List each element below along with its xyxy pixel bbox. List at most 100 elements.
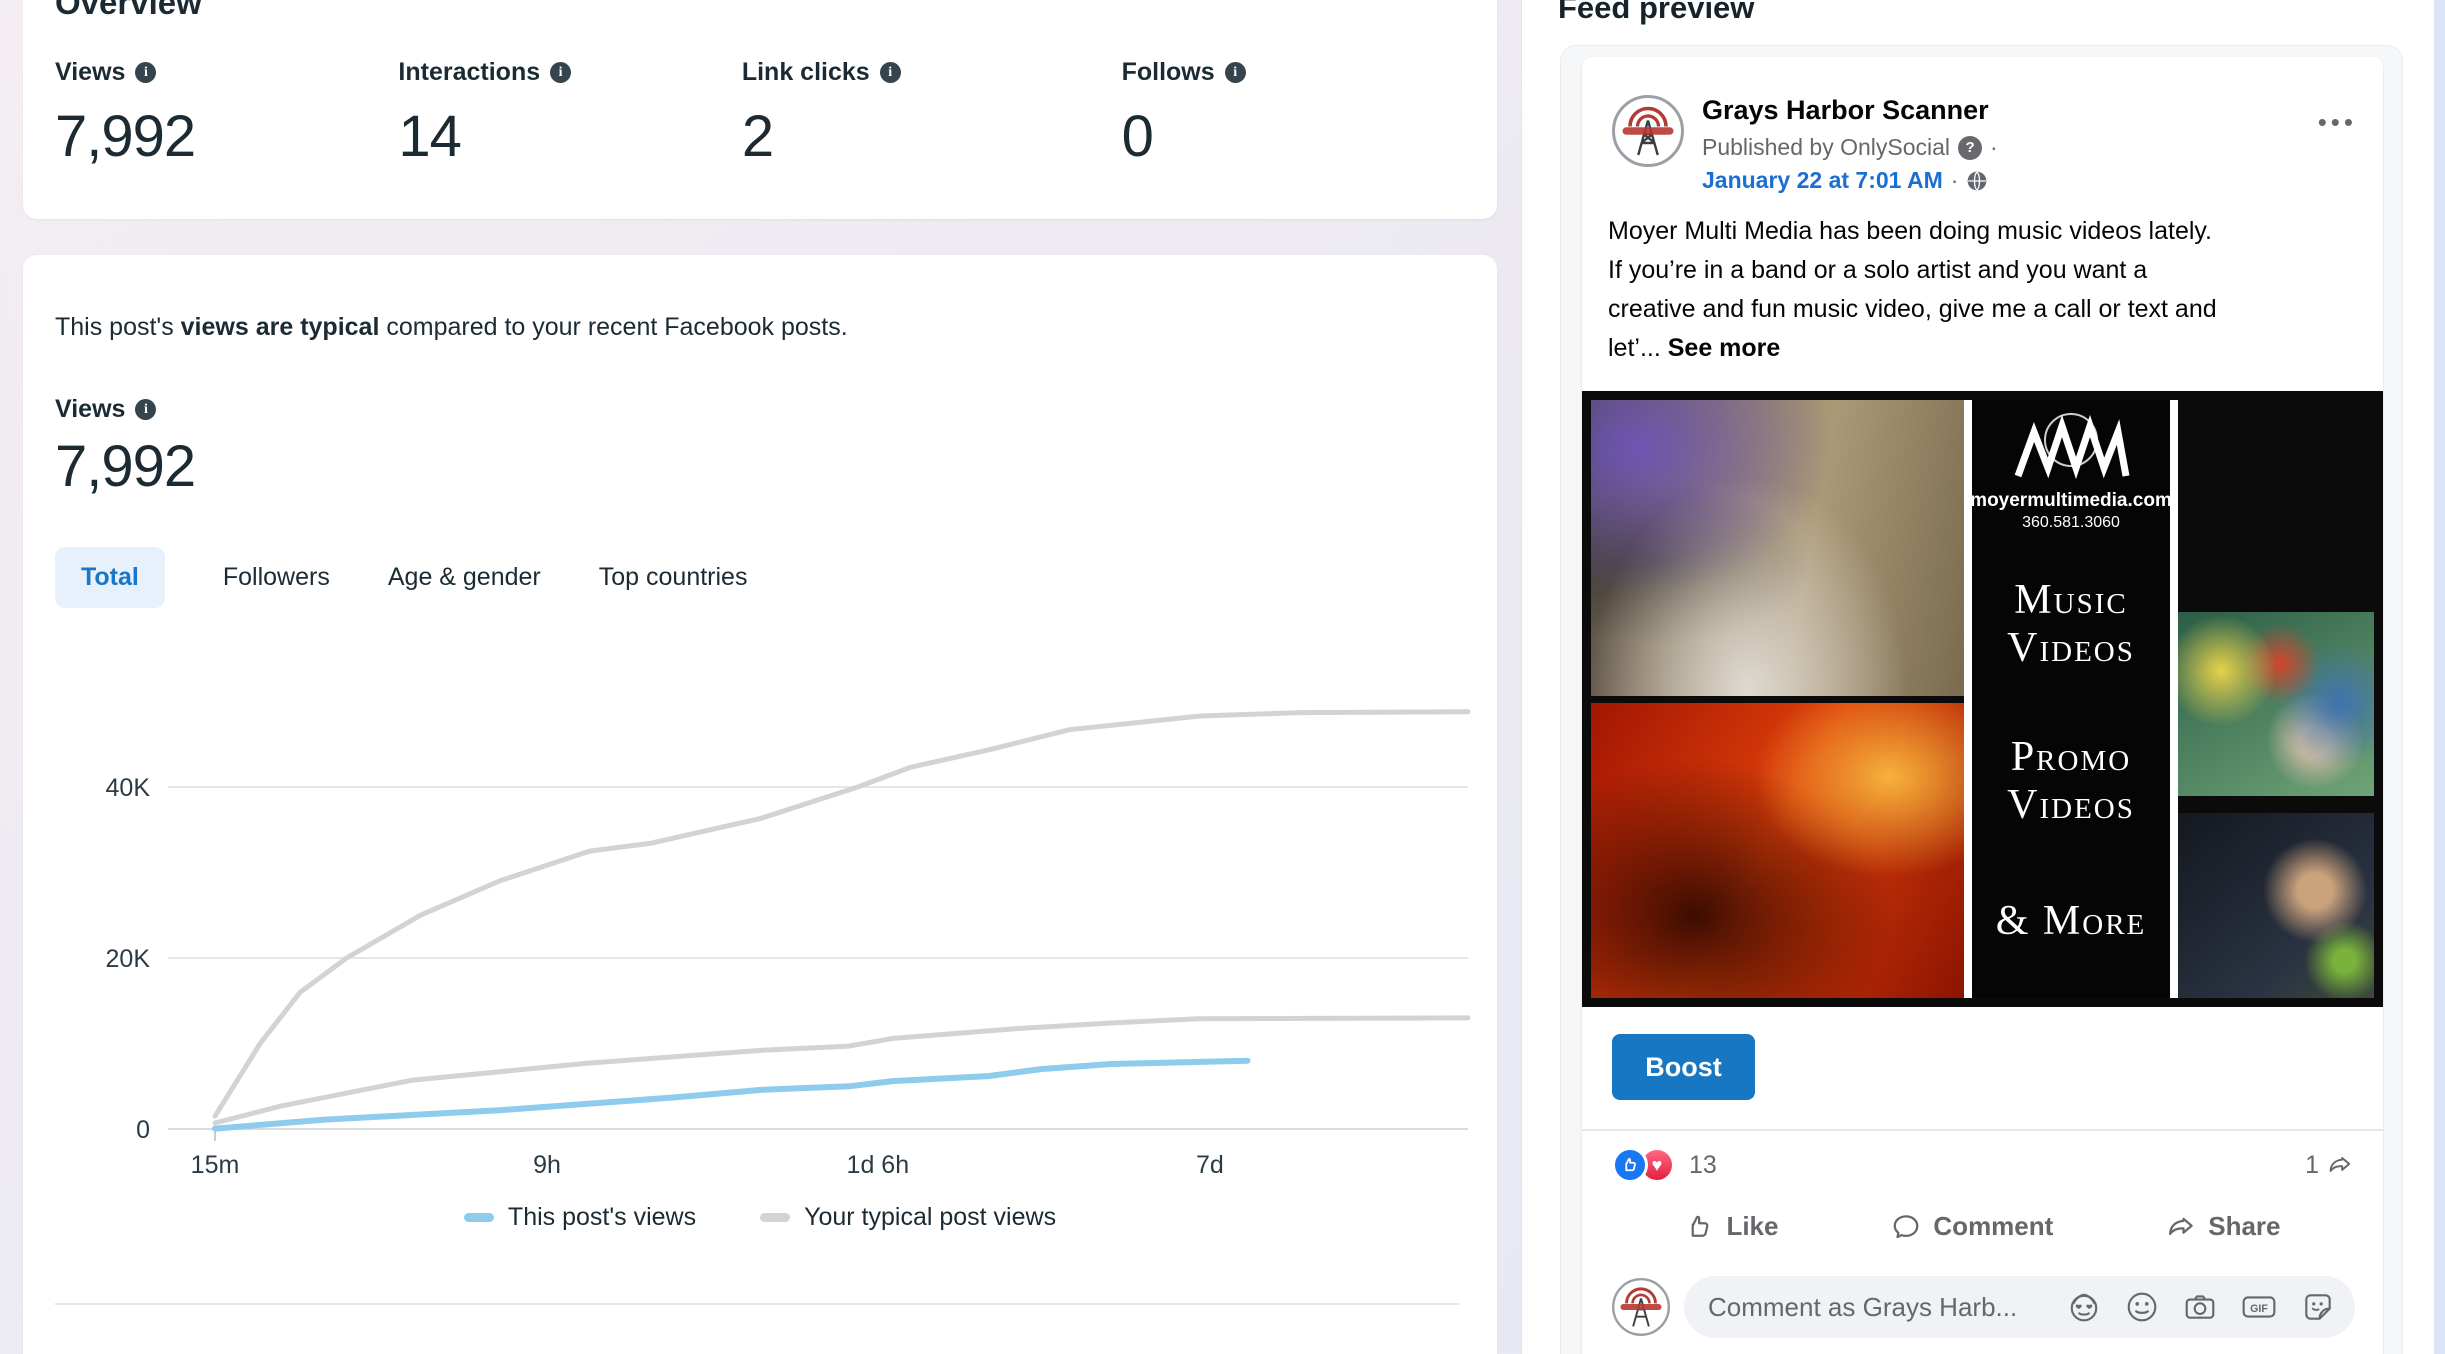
summary-prefix: This post's xyxy=(55,313,181,341)
globe-icon xyxy=(1966,170,1988,192)
collage-line-music: Music xyxy=(2014,576,2127,624)
tab-top-countries[interactable]: Top countries xyxy=(599,547,748,608)
collage-left-column xyxy=(1591,400,1964,998)
stat-interactions: Interactions i 14 xyxy=(398,58,741,170)
sticker-icon[interactable] xyxy=(2301,1290,2335,1324)
share-count[interactable]: 1 xyxy=(2305,1151,2353,1180)
stat-views-value: 7,992 xyxy=(55,103,398,170)
legend-this-post: This post's views xyxy=(464,1203,696,1232)
info-icon[interactable]: i xyxy=(550,62,571,83)
chart-legend: This post's views Your typical post view… xyxy=(23,1203,1497,1232)
overview-title: Overview xyxy=(55,0,202,22)
see-more-link[interactable]: See more xyxy=(1668,334,1781,362)
svg-text:GIF: GIF xyxy=(2250,1303,2268,1315)
comment-placeholder: Comment as Grays Harb... xyxy=(1708,1292,2067,1323)
tab-followers[interactable]: Followers xyxy=(223,547,330,608)
stat-interactions-label: Interactions xyxy=(398,58,540,87)
feed-preview-title: Feed preview xyxy=(1558,0,1754,26)
page-avatar[interactable] xyxy=(1612,95,1684,167)
overview-stats-row: Viewsi 7,992 Interactionsi 14 Link click… xyxy=(55,58,1465,170)
info-icon[interactable]: i xyxy=(135,62,156,83)
stat-views-label: Views xyxy=(55,58,125,87)
share-icon xyxy=(2166,1212,2196,1242)
post-body-text: Moyer Multi Media has been doing music v… xyxy=(1582,194,2383,368)
summary-bold: views are typical xyxy=(181,313,380,341)
tab-age-gender[interactable]: Age & gender xyxy=(388,547,541,608)
views-value: 7,992 xyxy=(55,433,195,500)
boost-button[interactable]: Boost xyxy=(1612,1034,1755,1100)
collage-text-column: moyermultimedia.com 360.581.3060 Music V… xyxy=(1964,400,2178,998)
emoji-icon[interactable] xyxy=(2125,1290,2159,1324)
post-options-icon[interactable]: ••• xyxy=(2318,107,2357,138)
stat-link-clicks-value: 2 xyxy=(742,103,1122,170)
reactions-row: ♥ 13 1 xyxy=(1582,1131,2383,1191)
collage-phone: 360.581.3060 xyxy=(2022,514,2120,532)
like-reaction-icon xyxy=(1612,1147,1648,1183)
comment-composer-row: Comment as Grays Harb... xyxy=(1582,1258,2383,1338)
stat-link-clicks-label: Link clicks xyxy=(742,58,870,87)
post-actions-row: Like Comment Share xyxy=(1582,1191,2383,1258)
summary-suffix: compared to your recent Facebook posts. xyxy=(379,313,847,341)
info-icon[interactable]: i xyxy=(135,399,156,420)
stat-views: Viewsi 7,992 xyxy=(55,58,398,170)
info-icon[interactable]: i xyxy=(1225,62,1246,83)
share-button[interactable]: Share xyxy=(2148,1201,2298,1252)
facebook-post-card: Grays Harbor Scanner Published by OnlySo… xyxy=(1582,57,2383,1354)
comment-button[interactable]: Comment xyxy=(1873,1201,2071,1252)
svg-text:9h: 9h xyxy=(533,1151,561,1179)
views-label: Viewsi xyxy=(55,395,156,424)
video-thumb-2 xyxy=(2178,602,2374,797)
reaction-summary[interactable]: ♥ 13 xyxy=(1612,1147,1717,1183)
collage-line-promo: Promo xyxy=(2011,733,2131,781)
gif-icon[interactable]: GIF xyxy=(2241,1290,2277,1324)
post-timestamp[interactable]: January 22 at 7:01 AM · xyxy=(1702,167,2318,194)
camera-icon[interactable] xyxy=(2183,1290,2217,1324)
post-published-by: Published by OnlySocial ? · xyxy=(1702,134,2318,161)
video-thumb-1 xyxy=(2178,400,2374,595)
collage-line-videos: Videos xyxy=(2007,624,2135,672)
views-line-chart: 0 20K 40K 15m 9h 1d 6h 7d xyxy=(40,677,1480,1197)
views-breakdown-tabs: Total Followers Age & gender Top countri… xyxy=(55,547,747,608)
share-arrow-icon xyxy=(2327,1152,2353,1178)
stat-interactions-value: 14 xyxy=(398,103,741,170)
comment-icon xyxy=(1891,1212,1921,1242)
post-author-name[interactable]: Grays Harbor Scanner xyxy=(1702,95,2318,126)
overview-card: Overview Viewsi 7,992 Interactionsi 14 L… xyxy=(23,0,1497,219)
post-image-collage[interactable]: moyermultimedia.com 360.581.3060 Music V… xyxy=(1582,391,2383,1007)
feed-preview-frame: Grays Harbor Scanner Published by OnlySo… xyxy=(1560,45,2403,1354)
like-icon xyxy=(1684,1212,1714,1242)
post-header: Grays Harbor Scanner Published by OnlySo… xyxy=(1582,57,2383,194)
page-avatar xyxy=(1612,1278,1670,1336)
stat-follows: Follows i 0 xyxy=(1122,58,1465,170)
red-scene-photo xyxy=(1591,703,1964,999)
collage-domain: moyermultimedia.com xyxy=(1970,490,2172,512)
svg-text:7d: 7d xyxy=(1196,1151,1224,1179)
svg-text:40K: 40K xyxy=(106,774,151,802)
reaction-count[interactable]: 13 xyxy=(1689,1151,1717,1180)
views-performance-card: This post's views are typical compared t… xyxy=(23,255,1497,1354)
svg-text:1d 6h: 1d 6h xyxy=(847,1151,910,1179)
like-button[interactable]: Like xyxy=(1666,1201,1796,1252)
views-summary-text: This post's views are typical compared t… xyxy=(55,313,848,342)
legend-swatch-blue xyxy=(464,1213,494,1222)
svg-text:20K: 20K xyxy=(106,945,151,973)
help-icon[interactable]: ? xyxy=(1958,136,1982,160)
svg-text:0: 0 xyxy=(136,1116,150,1144)
comment-input[interactable]: Comment as Grays Harb... xyxy=(1684,1276,2355,1338)
divider xyxy=(55,1303,1459,1305)
svg-text:15m: 15m xyxy=(191,1151,240,1179)
stat-follows-value: 0 xyxy=(1122,103,1465,170)
tab-total[interactable]: Total xyxy=(55,547,165,608)
avatar-sticker-icon[interactable] xyxy=(2067,1290,2101,1324)
collage-line-videos2: Videos xyxy=(2007,781,2135,829)
video-thumb-3 xyxy=(2178,803,2374,998)
info-icon[interactable]: i xyxy=(880,62,901,83)
collage-line-more: & More xyxy=(1996,897,2147,945)
stage-photo xyxy=(1591,400,1964,696)
legend-swatch-gray xyxy=(760,1213,790,1222)
legend-typical: Your typical post views xyxy=(760,1203,1056,1232)
scrollbar-track[interactable] xyxy=(2434,0,2445,1354)
mmm-logo xyxy=(2006,410,2136,484)
feed-preview-panel: Feed preview Grays Harbor Scanner Publis… xyxy=(1522,0,2445,1354)
stat-follows-label: Follows xyxy=(1122,58,1215,87)
